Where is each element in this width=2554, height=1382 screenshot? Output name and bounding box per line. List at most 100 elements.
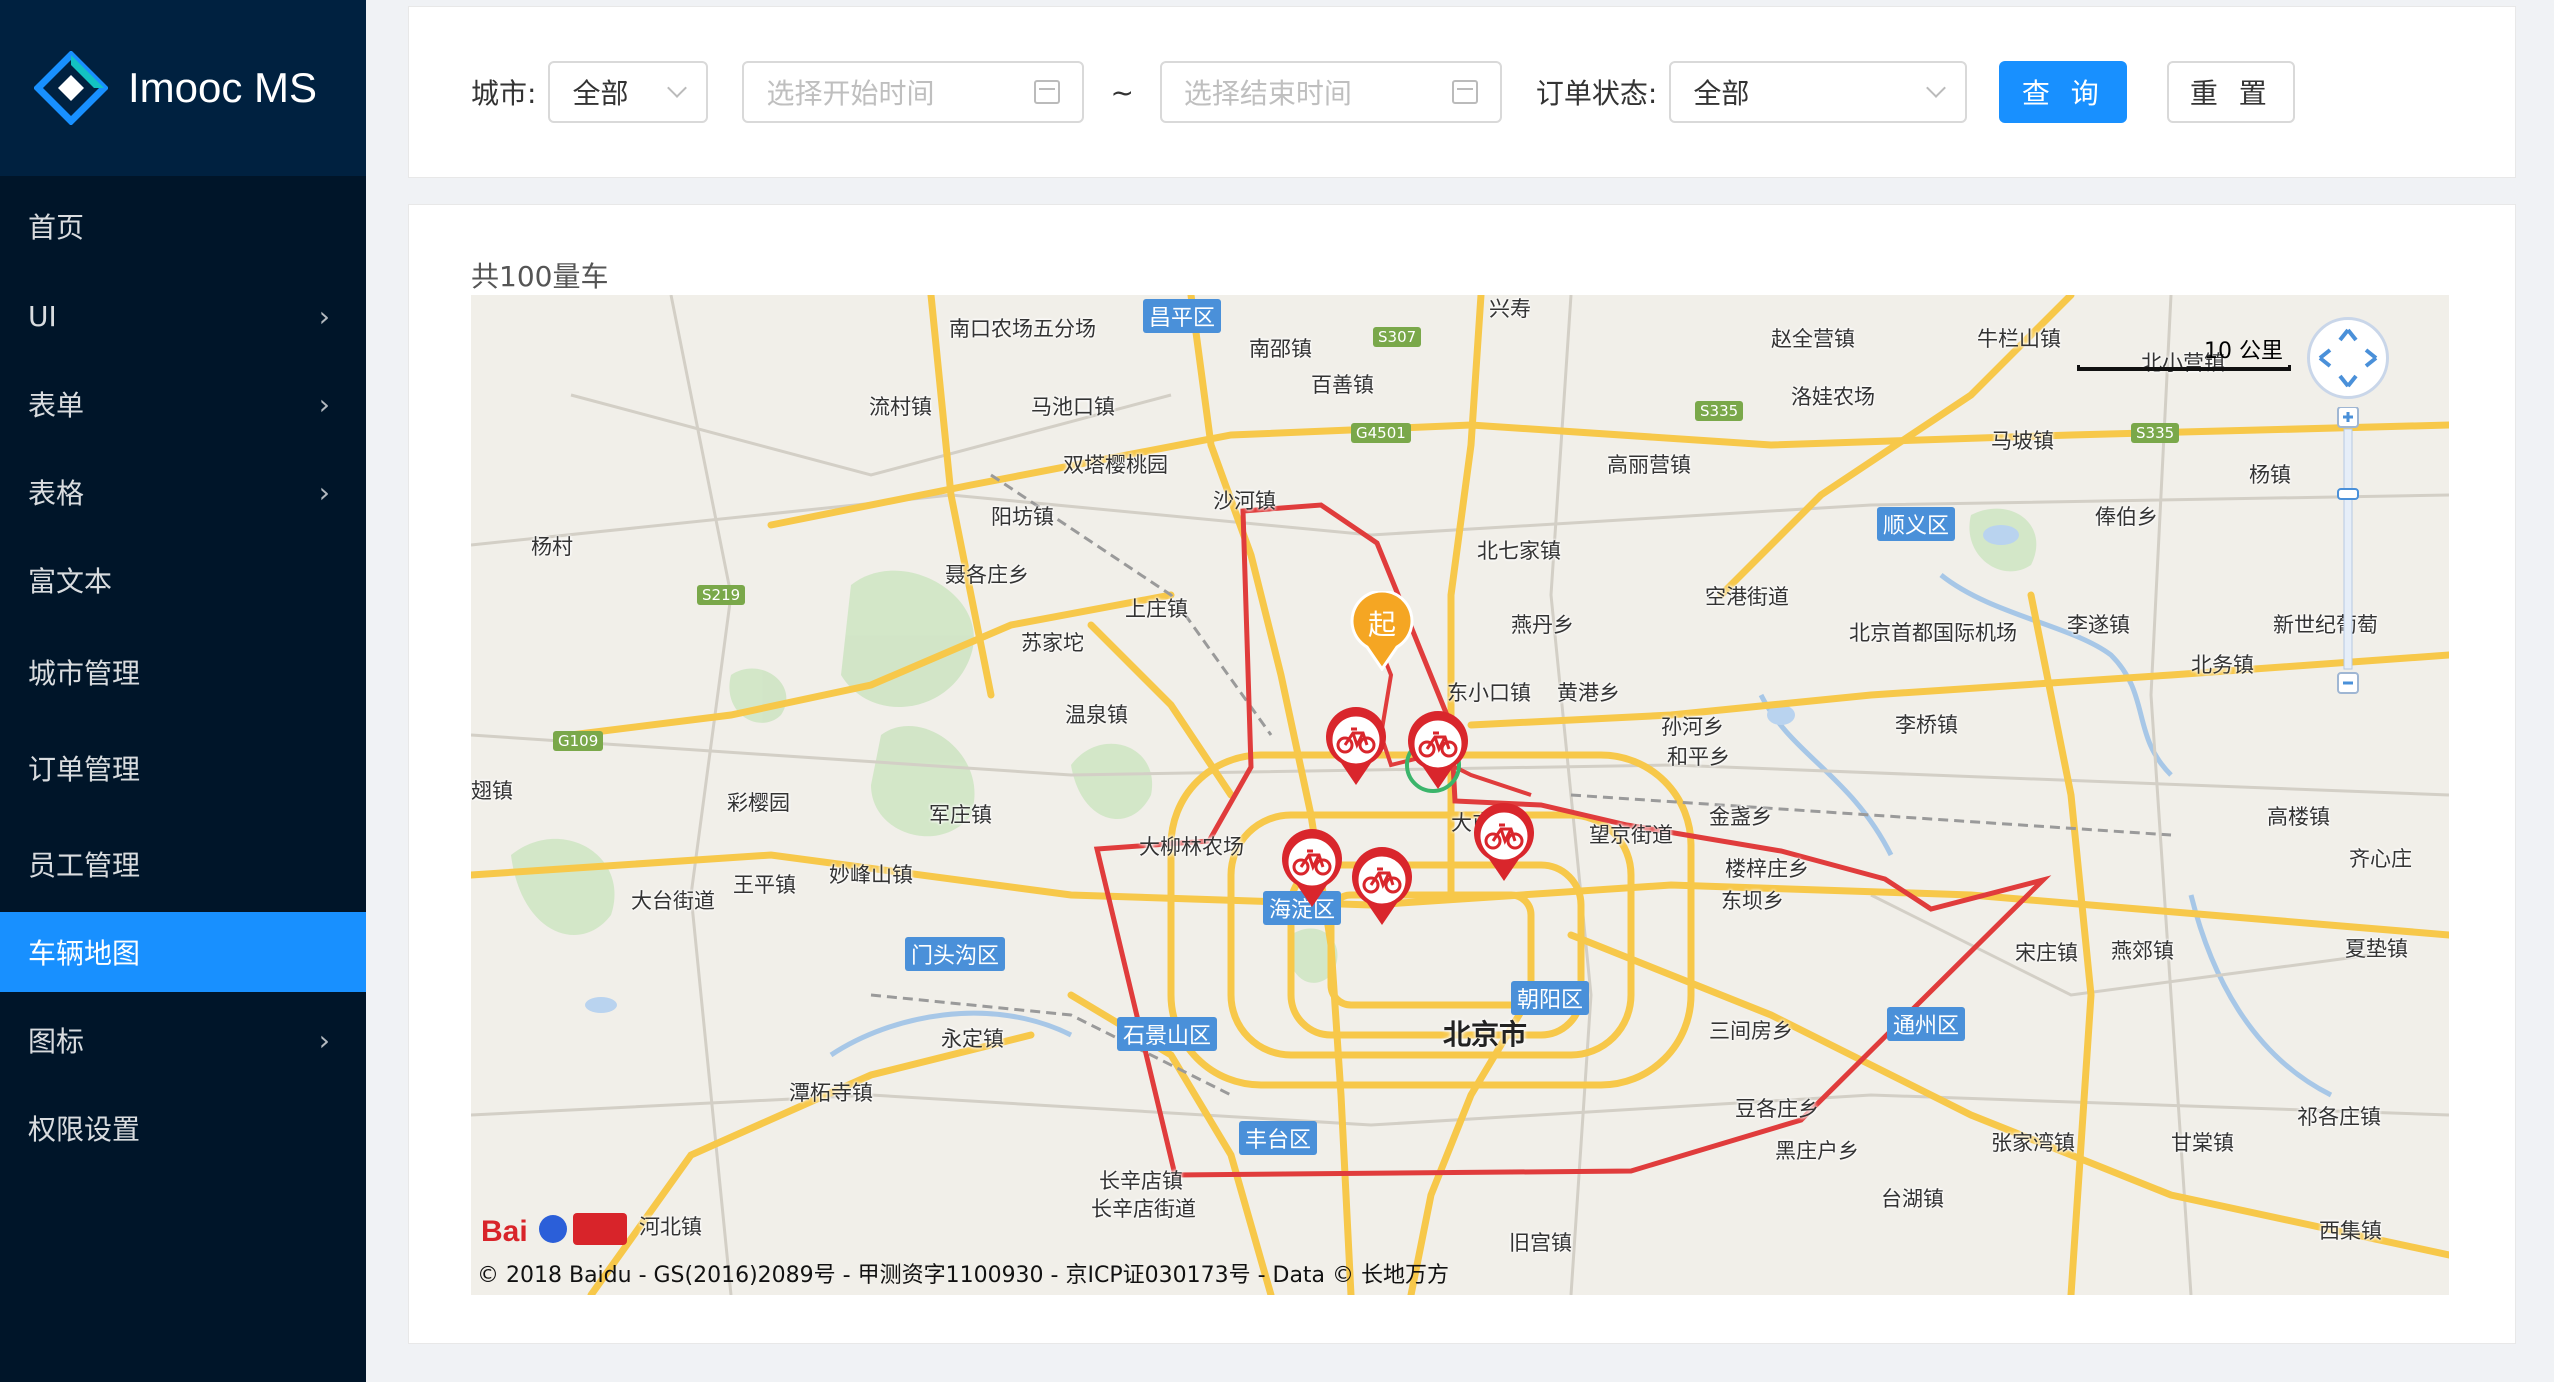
place-label: 翅镇 (471, 779, 513, 803)
place-label: 旧宫镇 (1509, 1231, 1572, 1255)
chevron-right-icon: › (318, 475, 330, 509)
reset-button[interactable]: 重 置 (2167, 61, 2296, 123)
logo[interactable]: Imooc MS (0, 0, 366, 176)
place-label: 双塔樱桃园 (1063, 453, 1168, 477)
city-select[interactable]: 全部 (548, 61, 709, 123)
highway-label: S335 (2131, 423, 2180, 443)
map-card: 共100量车 S307 G4501 S335 S335 S219 G109 昌平… (408, 204, 2516, 1344)
place-label: 北务镇 (2191, 653, 2254, 677)
place-label: 南邵镇 (1249, 337, 1312, 361)
bike-marker[interactable] (1279, 829, 1345, 909)
district-label: 石景山区 (1117, 1017, 1218, 1051)
place-label: 大柳林农场 (1139, 835, 1244, 859)
sidebar-item-6[interactable]: 订单管理 (0, 720, 366, 816)
chevron-right-icon: › (318, 1023, 330, 1057)
city-select-value: 全部 (572, 77, 629, 110)
vehicle-count: 共100量车 (471, 260, 609, 293)
place-label: 妙峰山镇 (829, 863, 913, 887)
city-name-label: 北京市 (1443, 1018, 1528, 1051)
sidebar-item-9[interactable]: 图标 › (0, 992, 366, 1088)
sidebar-item-5[interactable]: 城市管理 (0, 624, 366, 720)
sidebar-item-2[interactable]: 表单 › (0, 360, 366, 448)
query-button[interactable]: 查 询 (1999, 61, 2128, 123)
place-label: 黄港乡 (1557, 681, 1620, 705)
sidebar-item-10[interactable]: 权限设置 (0, 1088, 366, 1168)
end-time-picker[interactable]: 选择结束时间 (1159, 61, 1502, 123)
place-label: 三间房乡 (1709, 1019, 1793, 1043)
place-label: 和平乡 (1667, 745, 1730, 769)
place-label: 潭柘寺镇 (789, 1081, 873, 1105)
place-label: 流村镇 (869, 395, 932, 419)
sidebar-item-1[interactable]: UI › (0, 272, 366, 360)
place-label: 王平镇 (733, 873, 796, 897)
place-label: 台湖镇 (1881, 1187, 1944, 1211)
district-label: 昌平区 (1143, 299, 1222, 333)
vehicle-map[interactable]: S307 G4501 S335 S335 S219 G109 昌平区 顺义区 海… (471, 295, 2449, 1295)
bike-marker[interactable] (1323, 707, 1389, 787)
place-label: 金盏乡 (1709, 805, 1772, 829)
place-label: 杨镇 (2249, 463, 2291, 487)
end-time-placeholder: 选择结束时间 (1183, 77, 1352, 110)
sidebar-item-label: 图标 (28, 1025, 85, 1058)
place-label: 苏家坨 (1021, 631, 1084, 655)
place-label: 宋庄镇 (2015, 941, 2078, 965)
date-range-separator: ~ (1110, 75, 1134, 109)
place-label: 阳坊镇 (991, 505, 1054, 529)
bike-marker[interactable] (1471, 803, 1537, 883)
sidebar-item-label: UI (28, 299, 57, 333)
order-status-label: 订单状态: (1535, 77, 1658, 110)
place-label: 聂各庄乡 (945, 563, 1029, 587)
sidebar-item-label: 城市管理 (28, 657, 141, 690)
bike-marker[interactable] (1349, 847, 1415, 927)
sidebar-item-7[interactable]: 员工管理 (0, 816, 366, 912)
chevron-right-icon: › (318, 299, 330, 333)
brand-name: Imooc MS (128, 64, 318, 111)
place-label: 洛娃农场 (1791, 385, 1875, 409)
chevron-right-icon: › (318, 387, 330, 421)
sidebar-item-0[interactable]: 首页 (0, 180, 366, 272)
place-label: 杨村 (531, 535, 573, 559)
highway-label: S335 (1695, 401, 1744, 421)
place-label: 上庄镇 (1125, 597, 1188, 621)
place-label: 兴寿 (1489, 297, 1531, 321)
place-label: 牛栏山镇 (1977, 327, 2061, 351)
start-time-picker[interactable]: 选择开始时间 (742, 61, 1085, 123)
place-label: 张家湾镇 (1991, 1131, 2075, 1155)
sidebar-item-label: 首页 (28, 211, 85, 244)
pan-arrows-icon (2318, 328, 2378, 388)
sidebar-item-label: 订单管理 (28, 753, 141, 786)
bike-marker[interactable] (1405, 711, 1471, 791)
sidebar: Imooc MS 首页 UI › 表单 › 表格 › 富文本 城市管理 订单管理 员工管理 车辆地图图… (0, 0, 366, 1382)
map-scale-label: 10 公里 (2204, 339, 2283, 364)
filter-bar: 城市: 全部 选择开始时间 ~ 选择结束时间 订单状态: 全部 查 询 重 置 (408, 6, 2516, 178)
sidebar-item-label: 权限设置 (28, 1113, 141, 1146)
city-label: 城市: (471, 77, 537, 110)
order-status-select[interactable]: 全部 (1669, 61, 1968, 123)
place-label: 西集镇 (2319, 1219, 2382, 1243)
place-label: 河北镇 (639, 1215, 702, 1239)
place-label: 军庄镇 (929, 803, 992, 827)
place-label: 沙河镇 (1213, 489, 1276, 513)
place-label: 高丽营镇 (1607, 453, 1691, 477)
highway-label: S307 (1373, 327, 1422, 347)
start-marker[interactable]: 起 (1349, 591, 1415, 671)
place-label: 新世纪葡萄 (2273, 613, 2378, 637)
place-label: 豆各庄乡 (1735, 1097, 1819, 1121)
district-label: 门头沟区 (905, 937, 1006, 971)
highway-label: G4501 (1351, 423, 1411, 443)
highway-label: S219 (697, 585, 746, 605)
place-label: 马坡镇 (1991, 429, 2054, 453)
sidebar-item-3[interactable]: 表格 › (0, 448, 366, 536)
map-pan-control[interactable] (2307, 317, 2389, 399)
place-label: 南口农场五分场 (949, 317, 1096, 341)
zoom-slider[interactable] (2335, 406, 2361, 697)
svg-text:Bai: Bai (481, 1215, 528, 1248)
district-label: 顺义区 (1877, 507, 1956, 541)
sidebar-item-8[interactable]: 车辆地图 (0, 912, 366, 992)
sidebar-menu: 首页 UI › 表单 › 表格 › 富文本 城市管理 订单管理 员工管理 车辆地图 图标 › 权限设置 (0, 176, 366, 1168)
order-status-value: 全部 (1693, 77, 1750, 110)
place-label: 东坝乡 (1721, 889, 1784, 913)
place-label: 大台街道 (631, 889, 715, 913)
place-label: 温泉镇 (1065, 703, 1128, 727)
sidebar-item-4[interactable]: 富文本 (0, 536, 366, 624)
